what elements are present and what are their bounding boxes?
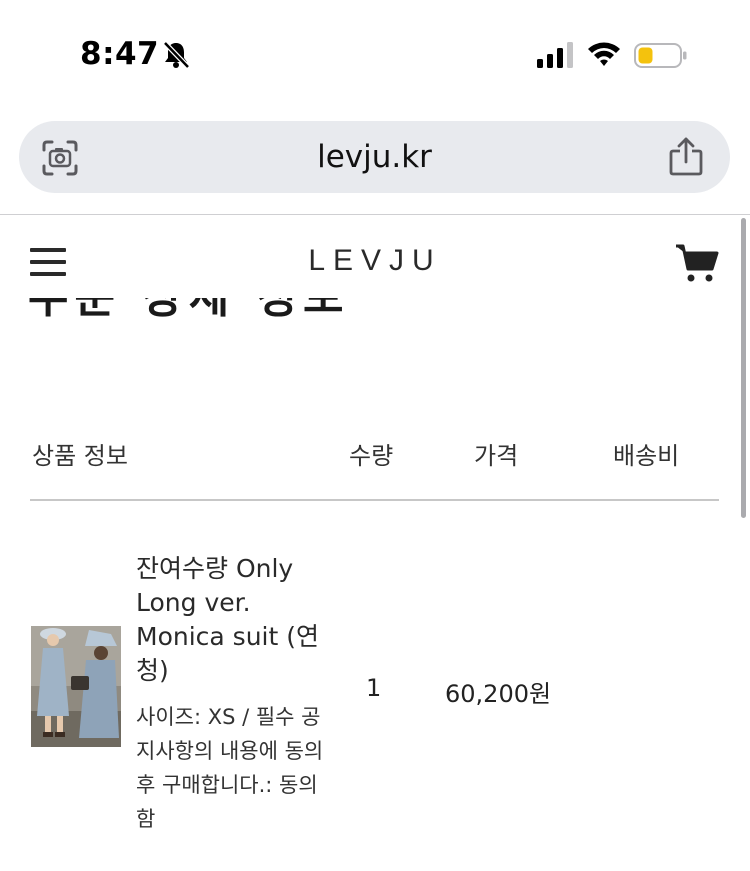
cart-icon[interactable]: [674, 242, 720, 284]
url-text[interactable]: levju.kr: [19, 139, 730, 175]
product-thumbnail[interactable]: [31, 626, 121, 747]
status-bar: 8:47: [0, 0, 750, 108]
header-product: 상품 정보: [32, 442, 128, 470]
battery-icon: [634, 43, 687, 68]
product-price: 60,200원: [445, 680, 552, 708]
wifi-icon: [588, 42, 620, 66]
header-price: 가격: [474, 442, 519, 470]
product-option: 사이즈: XS / 필수 공지사항의 내용에 동의 후 구매합니다.: 동의함: [136, 705, 324, 831]
phone-screen: 8:47 levju.kr LEVJU 상품 정보 수량 가격 배송비 잔여수량…: [0, 0, 750, 871]
page-heading-partial: 주문 상세 정보: [28, 298, 350, 334]
share-icon[interactable]: [668, 135, 704, 177]
bell-slash-icon: [163, 41, 190, 69]
browser-divider: [0, 214, 750, 215]
signal-icon: [537, 42, 573, 68]
product-name[interactable]: 잔여수량 Only Long ver. Monica suit (연청): [136, 552, 336, 688]
header-shipping: 배송비: [613, 442, 680, 470]
product-quantity: 1: [366, 674, 382, 702]
status-time: 8:47: [80, 36, 160, 72]
address-bar[interactable]: levju.kr: [19, 121, 730, 193]
header-quantity: 수량: [349, 442, 394, 470]
site-logo[interactable]: LEVJU: [0, 244, 750, 278]
table-divider: [30, 499, 719, 501]
